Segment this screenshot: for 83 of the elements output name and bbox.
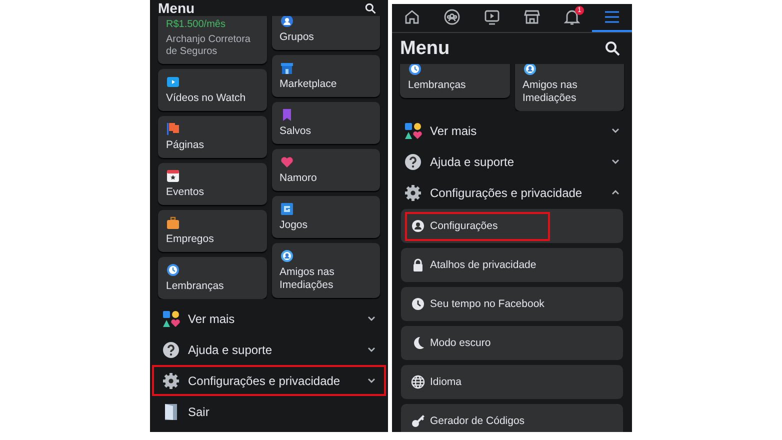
globe-icon: [411, 375, 425, 389]
briefcase-icon: [166, 216, 180, 230]
price-text: R$1.500/mês: [166, 19, 226, 31]
shortcut-card[interactable]: Empregos: [158, 210, 266, 252]
user-circle-icon: [411, 219, 425, 233]
menu-row[interactable]: Configurações e privacidade: [152, 365, 386, 396]
video-icon: [166, 75, 180, 89]
menu-title: Menu: [158, 0, 195, 16]
group-icon: [280, 16, 294, 28]
help-icon: [404, 152, 422, 170]
menu-title: Menu: [400, 38, 450, 60]
settings-icon: [404, 184, 422, 202]
shortcut-label: Marketplace: [280, 78, 338, 91]
game-tile-icon: [280, 202, 294, 216]
shortcut-label: Salvos: [280, 125, 312, 138]
shortcut-label: Lembranças: [408, 79, 467, 92]
settings-label: Configurações: [430, 220, 498, 232]
settings-label: Atalhos de privacidade: [430, 259, 536, 271]
settings-item[interactable]: Configurações: [401, 209, 623, 243]
settings-item[interactable]: Seu tempo no Facebook: [401, 287, 623, 321]
shortcut-label: Lembranças: [166, 280, 225, 293]
moon-icon: [411, 336, 425, 350]
group-icon: [444, 9, 460, 25]
shortcut-card[interactable]: Lembranças: [400, 64, 510, 98]
help-icon: [162, 340, 180, 358]
person-pin-icon: [280, 249, 294, 263]
shortcut-card[interactable]: Salvos: [272, 102, 380, 144]
shortcut-label: Amigos nas Imediações: [522, 79, 578, 105]
settings-label: Modo escuro: [430, 337, 491, 349]
menu-icon: [604, 9, 620, 25]
home-icon: [404, 9, 420, 25]
shortcut-card[interactable]: Grupos: [272, 16, 380, 50]
menu-row[interactable]: Ver mais: [152, 303, 386, 334]
menu-row[interactable]: Ajuda e suporte: [394, 146, 630, 177]
search-icon[interactable]: [605, 41, 620, 56]
shortcut-card[interactable]: Marketplace: [272, 55, 380, 97]
search-icon[interactable]: [365, 3, 376, 14]
shortcut-card[interactable]: Amigos nas Imediações: [272, 243, 380, 298]
bell-icon: [564, 9, 580, 25]
video-icon: [484, 9, 500, 25]
heart-icon: [280, 155, 294, 169]
store-icon: [524, 9, 540, 25]
shapes-icon: [404, 122, 422, 140]
menu-row[interactable]: Ajuda e suporte: [152, 334, 386, 365]
shortcut-card[interactable]: Jogos: [272, 196, 380, 238]
key-icon: [411, 414, 425, 428]
settings-label: Gerador de Códigos: [430, 415, 525, 427]
flag-icon: [166, 122, 180, 136]
settings-item[interactable]: Modo escuro: [401, 326, 623, 360]
shortcut-subtitle: Archanjo Corretora de Seguros: [166, 34, 252, 58]
shortcut-card[interactable]: Lembranças: [158, 257, 266, 299]
shortcut-label: Grupos: [280, 31, 315, 44]
settings-label: Idioma: [430, 376, 462, 388]
calendar-icon: [166, 169, 180, 183]
store-icon: [280, 61, 294, 75]
shortcut-card[interactable]: Namoro: [272, 149, 380, 191]
menu-row[interactable]: Ver mais: [394, 115, 630, 146]
settings-icon: [162, 372, 180, 390]
shortcut-card[interactable]: Páginas: [158, 116, 266, 158]
lock-icon: [411, 258, 425, 272]
shortcut-card[interactable]: Amigos nas Imediações: [514, 64, 624, 111]
person-pin-icon: [522, 64, 536, 76]
menu-row[interactable]: Configurações e privacidade: [394, 177, 630, 208]
shortcut-label: Vídeos no Watch: [166, 92, 247, 105]
shortcut-label: Eventos: [166, 186, 205, 199]
door-icon: [162, 402, 180, 420]
shortcut-card[interactable]: R$1.500/mês Archanjo Corretora de Seguros: [158, 16, 266, 64]
clock-icon: [408, 64, 422, 76]
settings-label: Seu tempo no Facebook: [430, 298, 544, 310]
shortcut-card[interactable]: Vídeos no Watch: [158, 69, 266, 111]
settings-item[interactable]: Atalhos de privacidade: [401, 248, 623, 282]
menu-row[interactable]: Sair: [152, 396, 386, 427]
settings-item[interactable]: Idioma: [401, 365, 623, 399]
clock-icon: [411, 297, 425, 311]
clock-icon: [166, 263, 180, 277]
shapes-icon: [162, 310, 180, 328]
shortcut-card[interactable]: Eventos: [158, 163, 266, 205]
settings-item[interactable]: Gerador de Códigos: [401, 404, 623, 432]
shortcut-label: Jogos: [280, 219, 309, 232]
shortcut-label: Namoro: [280, 172, 318, 185]
shortcut-label: Amigos nas Imediações: [280, 266, 336, 292]
shortcut-label: Empregos: [166, 233, 215, 246]
shortcut-label: Páginas: [166, 139, 205, 152]
